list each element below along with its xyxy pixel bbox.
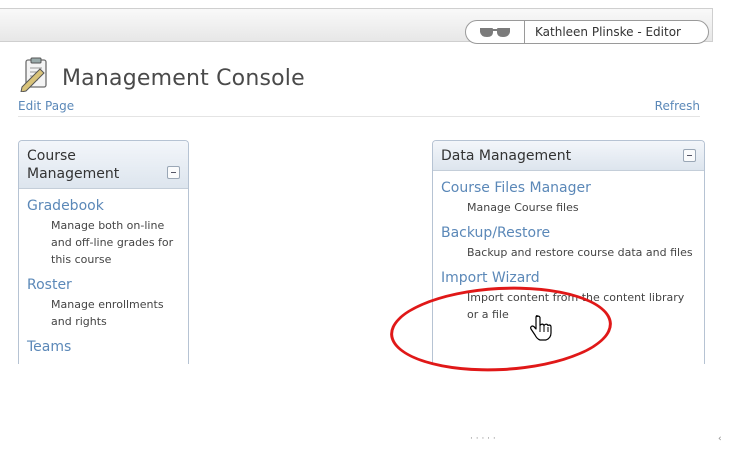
import-wizard-description: Import content from the content library … [467,291,685,321]
hand-cursor-icon [530,314,552,341]
page-title: Management Console [62,66,305,91]
data-management-panel: Data Management Course Files Manager Man… [432,140,705,364]
edit-page-link[interactable]: Edit Page [18,99,74,113]
screenshot-cutoff [0,366,731,449]
panel-title: Course Management [27,148,120,182]
refresh-link[interactable]: Refresh [655,99,700,113]
panel-header: Data Management [433,141,704,171]
glasses-icon [466,21,525,43]
cut-edge-mark: · · · · · [470,434,496,444]
course-management-panel: Course Management Gradebook Manage both … [18,140,189,364]
cut-edge-mark: ‹ [718,434,722,444]
course-files-description: Manage Course files [467,201,579,214]
course-files-manager-link[interactable]: Course Files Manager [441,179,696,197]
clipboard-pencil-icon [18,56,58,93]
panel-title: Data Management [441,148,572,164]
roster-description: Manage enrollments and rights [51,298,164,328]
backup-restore-description: Backup and restore course data and files [467,246,693,259]
gradebook-description: Manage both on-line and off-line grades … [51,219,174,266]
teams-link[interactable]: Teams [27,338,180,356]
import-wizard-link[interactable]: Import Wizard [441,269,696,287]
header-divider [18,116,700,117]
roster-link[interactable]: Roster [27,276,180,294]
minimize-icon[interactable] [167,166,180,179]
panel-header: Course Management [19,141,188,189]
minimize-icon[interactable] [683,149,696,162]
user-name: Kathleen Plinske - Editor [535,25,681,39]
gradebook-link[interactable]: Gradebook [27,197,180,215]
backup-restore-link[interactable]: Backup/Restore [441,224,696,242]
user-menu[interactable]: Kathleen Plinske - Editor [465,20,709,44]
